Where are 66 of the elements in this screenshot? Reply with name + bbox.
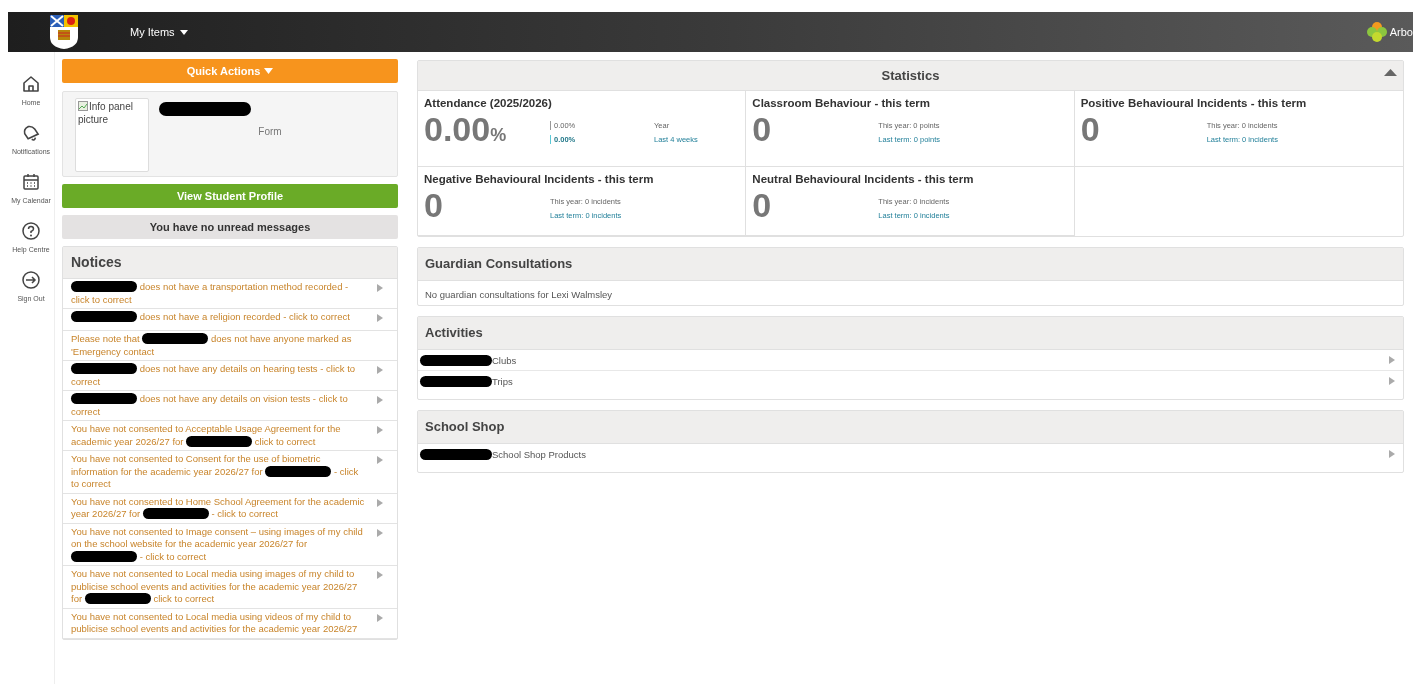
brand-logo-icon bbox=[1366, 22, 1387, 42]
panel-header: Guardian Consultations bbox=[418, 248, 1403, 281]
stat-title: Attendance (2025/2026) bbox=[424, 97, 553, 109]
stat-value: 0 bbox=[1080, 110, 1100, 148]
bell-icon bbox=[21, 123, 41, 143]
help-icon bbox=[21, 221, 41, 241]
notice-text: You have not consented to Local media using images of my child to publicise school events and activities for the academic year 2026/27 for click to correct bbox=[71, 568, 359, 606]
calendar-icon bbox=[21, 172, 41, 192]
notice-row[interactable]: You have not consented to Acceptable Usage Agreement for the academic year 2026/27 for click to correct bbox=[63, 421, 397, 451]
image-alt-text: Info panel picture bbox=[78, 100, 134, 126]
notice-text: does not have a transportation method recorded - click to correct bbox=[71, 281, 350, 306]
notice-row[interactable]: does not have a transportation method recorded - click to correct bbox=[63, 279, 397, 309]
stat-title: Positive Behavioural Incidents - this term bbox=[1080, 97, 1308, 109]
sign-out-icon bbox=[21, 270, 41, 290]
brand-name: Arbo bbox=[1389, 26, 1413, 38]
stat-title: Classroom Behaviour - this term bbox=[752, 97, 931, 109]
notice-row[interactable]: You have not consented to Local media using videos of my child to publicise school events and activities for the academic year 2026/27 bbox=[63, 608, 397, 639]
notice-text: does not have a religion recorded - click to correct bbox=[71, 311, 365, 324]
messages-banner: You have no unread messages bbox=[62, 215, 398, 239]
panel-header: Activities bbox=[418, 317, 1403, 350]
view-profile-button[interactable]: View Student Profile bbox=[62, 184, 398, 208]
notice-row[interactable]: You have not consented to Consent for the use of biometric information for the academic year 2026/27 for - click to correct bbox=[63, 451, 397, 494]
notice-row[interactable]: You have not consented to Local media using images of my child to publicise school events and activities for the academic year 2026/27 for click to correct bbox=[63, 566, 397, 609]
notice-text: does not have any details on vision tests - click to correct bbox=[71, 393, 349, 418]
form-label: Form bbox=[257, 126, 283, 137]
panel-header: School Shop bbox=[418, 411, 1403, 444]
home-icon bbox=[21, 74, 41, 94]
empty-message: No guardian consultations for Lexi Walmsley bbox=[425, 289, 613, 300]
chevron-right-icon bbox=[1389, 377, 1395, 385]
list-label: Trips bbox=[492, 375, 513, 387]
caret-up-icon bbox=[1384, 69, 1397, 76]
stat-value: 0.00 bbox=[424, 110, 491, 148]
list-label: School Shop Products bbox=[492, 448, 586, 460]
chevron-right-icon bbox=[1389, 356, 1395, 364]
notice-row[interactable]: does not have any details on vision tests - click to correct bbox=[63, 391, 397, 421]
notice-text: You have not consented to Home School Agreement for the academic year 2026/27 for - click to correct bbox=[71, 495, 365, 521]
notice-row[interactable]: You have not consented to Image consent – using images of my child on the school website for the academic year 2026/27 for - click to correct bbox=[63, 523, 397, 566]
stat-title: Negative Behavioural Incidents - this term bbox=[424, 173, 655, 185]
notice-text: does not have any details on hearing tests - click to correct bbox=[71, 363, 357, 388]
list-row[interactable]: Clubs bbox=[418, 350, 1403, 371]
notice-text: Please note that does not have anyone marked as 'Emergency contact bbox=[71, 333, 353, 358]
chevron-right-icon bbox=[1389, 450, 1395, 458]
my-items-menu[interactable]: My Items bbox=[126, 22, 192, 42]
panel-header: Notices bbox=[63, 247, 397, 279]
stat-title: Neutral Behavioural Incidents - this term bbox=[752, 173, 975, 185]
caret-icon bbox=[179, 29, 188, 35]
list-row[interactable]: School Shop Products bbox=[418, 444, 1403, 464]
notice-text: You have not consented to Acceptable Usage Agreement for the academic year 2026/27 for click to correct bbox=[71, 423, 342, 448]
notice-row[interactable]: does not have a religion recorded - click to correct bbox=[63, 309, 397, 331]
list-row[interactable]: Trips bbox=[418, 371, 1403, 391]
stat-value: 0 bbox=[752, 186, 772, 224]
notice-row[interactable]: Please note that does not have anyone marked as 'Emergency contact bbox=[63, 331, 397, 361]
notice-text: You have not consented to Consent for the use of biometric information for the academic year 2026/27 for - click to correct bbox=[71, 453, 360, 491]
notice-text: You have not consented to Image consent – using images of my child on the school website for the academic year 2026/27 for - click to correct bbox=[71, 525, 364, 563]
stat-unit: % bbox=[490, 125, 507, 145]
school-crest-icon bbox=[50, 15, 78, 49]
stat-value: 0 bbox=[424, 186, 443, 224]
notice-row[interactable]: You have not consented to Home School Agreement for the academic year 2026/27 for - click to correct bbox=[63, 493, 397, 524]
broken-image-icon bbox=[78, 101, 88, 111]
notice-text: You have not consented to Local media using videos of my child to publicise school events and activities for the academic year 2026/27 bbox=[71, 610, 359, 636]
stat-value: 0 bbox=[752, 110, 772, 148]
collapse-toggle[interactable] bbox=[1384, 69, 1397, 76]
caret-icon bbox=[264, 68, 274, 74]
list-label: Clubs bbox=[492, 354, 517, 366]
panel-title: Statistics bbox=[881, 68, 940, 83]
notice-row[interactable]: does not have any details on hearing tests - click to correct bbox=[63, 361, 397, 391]
